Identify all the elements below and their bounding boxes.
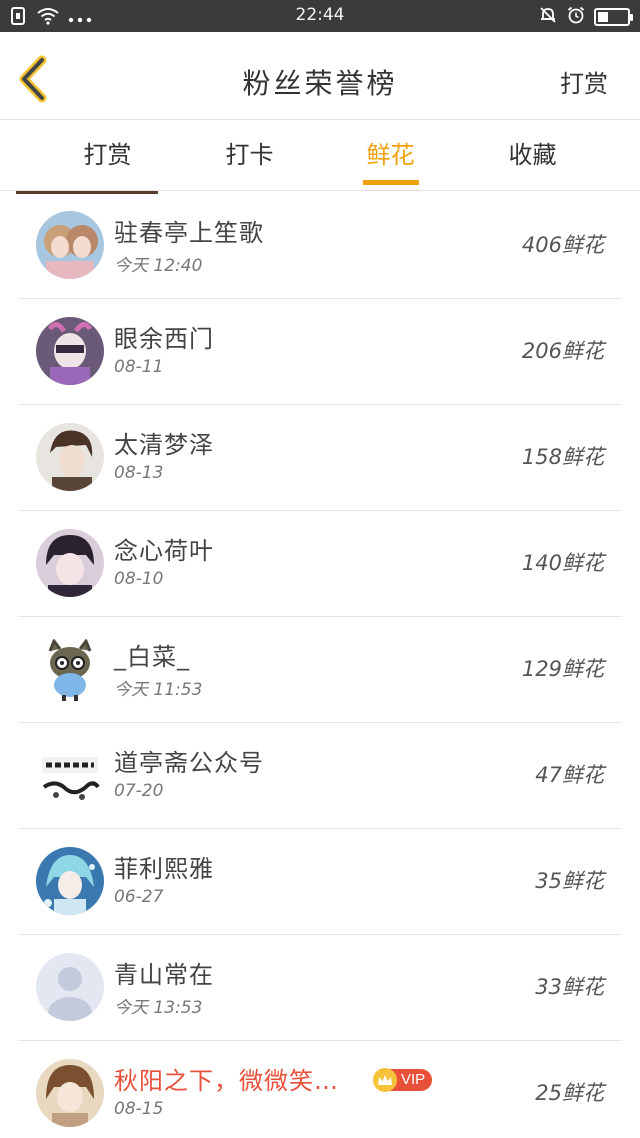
timestamp: 08-13	[114, 463, 164, 483]
flower-count: 158鲜花	[521, 445, 604, 469]
user-name: 驻春亭上笙歌	[114, 219, 264, 247]
avatar[interactable]	[36, 847, 104, 915]
avatar[interactable]	[36, 423, 104, 491]
user-name: _白菜_	[114, 643, 190, 671]
flower-count: 47鲜花	[535, 763, 604, 787]
avatar[interactable]	[36, 317, 104, 385]
tab-favorites[interactable]: 收藏	[485, 121, 580, 191]
reward-action-button[interactable]: 打赏	[560, 64, 608, 99]
timestamp: 08-11	[114, 357, 164, 377]
header: 粉丝荣誉榜 打赏	[0, 32, 640, 120]
timestamp: 08-15	[114, 1099, 164, 1119]
user-name: 秋阳之下，微微笑…	[114, 1067, 339, 1095]
user-name: 眼余西门	[114, 325, 214, 353]
user-name: 青山常在	[114, 961, 214, 989]
list-item[interactable]: 太清梦泽 08-13 158鲜花	[18, 405, 622, 511]
user-name: 太清梦泽	[114, 431, 214, 459]
list-item[interactable]: 秋阳之下，微微笑… VIP 08-15 25鲜花	[18, 1041, 622, 1138]
battery-icon	[594, 8, 633, 26]
list-item[interactable]: 青山常在 今天 13:53 33鲜花	[18, 935, 622, 1041]
list-item[interactable]: _白菜_ 今天 11:53 129鲜花	[18, 617, 622, 723]
battery-level	[598, 12, 608, 22]
list-item[interactable]: 菲利熙雅 06-27 35鲜花	[18, 829, 622, 935]
vip-badge: VIP	[373, 1068, 433, 1092]
avatar[interactable]	[36, 741, 104, 809]
page-title: 粉丝荣誉榜	[242, 67, 398, 100]
flower-count: 35鲜花	[535, 869, 604, 893]
flower-count: 129鲜花	[521, 657, 604, 681]
flower-count: 25鲜花	[535, 1081, 604, 1105]
list-item[interactable]: 驻春亭上笙歌 今天 12:40 406鲜花	[18, 193, 622, 299]
crown-icon	[373, 1068, 397, 1092]
avatar[interactable]	[36, 635, 104, 703]
avatar[interactable]	[36, 953, 104, 1021]
timestamp: 今天 13:53	[114, 998, 203, 1018]
fan-ranking-list: 驻春亭上笙歌 今天 12:40 406鲜花 眼余西门 08-11 206鲜花 太…	[18, 193, 622, 1138]
user-name: 道亭斋公众号	[114, 749, 264, 777]
timestamp: 06-27	[114, 887, 164, 907]
alarm-clock-icon	[566, 5, 586, 29]
list-item[interactable]: 念心荷叶 08-10 140鲜花	[18, 511, 622, 617]
user-name: 菲利熙雅	[114, 855, 214, 883]
tab-bar: 打赏 打卡 鲜花 收藏	[0, 121, 640, 191]
status-icons-right	[538, 5, 633, 29]
avatar[interactable]	[36, 529, 104, 597]
timestamp: 07-20	[114, 781, 164, 801]
flower-count: 33鲜花	[535, 975, 604, 999]
flower-count: 206鲜花	[521, 339, 604, 363]
active-tab-indicator	[363, 180, 419, 185]
timestamp: 今天 11:53	[114, 680, 203, 700]
bell-muted-icon	[538, 5, 558, 29]
user-name: 念心荷叶	[114, 537, 214, 565]
flower-count: 406鲜花	[521, 233, 604, 257]
flower-count: 140鲜花	[521, 551, 604, 575]
status-bar: 22:44	[0, 0, 640, 32]
avatar[interactable]	[36, 1059, 104, 1127]
tab-reward[interactable]: 打赏	[60, 121, 155, 191]
list-item[interactable]: 眼余西门 08-11 206鲜花	[18, 299, 622, 405]
timestamp: 08-10	[114, 569, 164, 589]
avatar[interactable]	[36, 211, 104, 279]
timestamp: 今天 12:40	[114, 256, 203, 276]
list-item[interactable]: 道亭斋公众号 07-20 47鲜花	[18, 723, 622, 829]
tab-checkin[interactable]: 打卡	[202, 121, 297, 191]
